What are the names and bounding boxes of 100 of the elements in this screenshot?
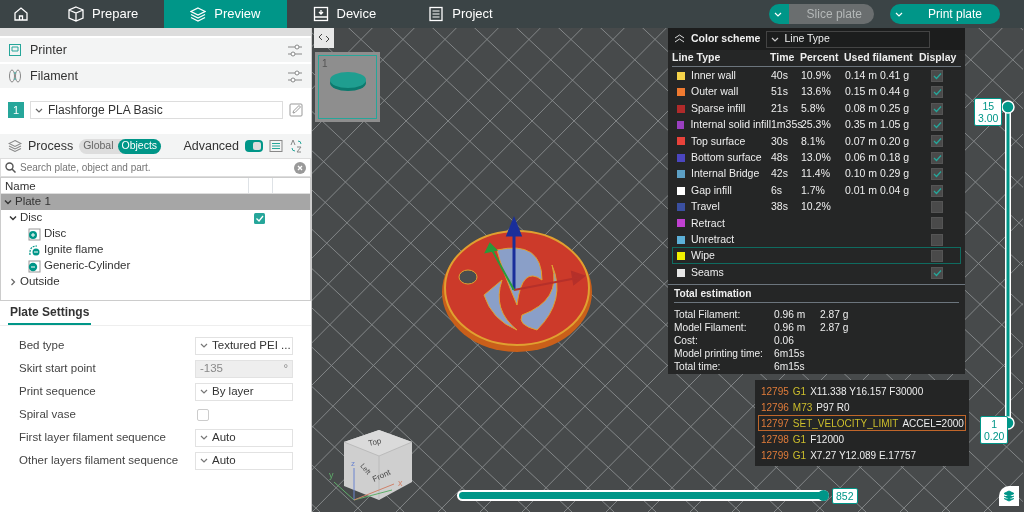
estimation-value: 2.87 g [820,308,849,321]
printer-icon [8,43,22,57]
legend-value: 0.35 m [845,117,879,133]
monitor-icon [312,6,329,22]
collapse-button[interactable] [314,28,334,48]
legend-row[interactable]: Internal Bridge 42s 11.4% 0.10 m 0.29 g [672,165,961,182]
setting-label: Skirt start point [19,361,97,376]
line-type-name: Top surface [691,133,746,149]
nav-tab[interactable]: Device [286,0,403,28]
legend-row[interactable]: Seams [672,263,961,281]
column-header: Time [770,50,796,66]
legend-value: 0.25 g [880,100,911,116]
display-checkbox[interactable] [931,250,943,263]
legend-row[interactable]: Unretract [672,230,961,248]
legend-value: 0.44 g [880,84,911,100]
plate-action-button[interactable]: Print plate [909,4,1000,24]
pencil-icon [289,103,303,117]
checkbox[interactable] [197,408,209,421]
settings-button[interactable] [287,42,303,58]
legend-value: 10.9% [801,68,832,83]
select-field[interactable]: Textured PEI ... [195,336,293,355]
display-checkbox[interactable] [931,69,943,82]
legend-row[interactable]: Inner wall 40s 10.9% 0.14 m 0.41 g [672,67,961,84]
legend-value: 13.0% [801,149,832,165]
display-checkbox[interactable] [931,135,943,148]
layers-button[interactable] [999,486,1019,506]
nav-tab[interactable]: Project [402,0,519,28]
estimation-value: 6m15s [774,360,806,373]
display-checkbox[interactable] [931,184,943,197]
layer-label: 15 3.00 [974,98,1003,126]
legend-value: 1.7% [801,182,826,198]
legend-value: 0.20 g [880,133,911,149]
advanced-switch[interactable] [245,140,263,152]
display-checkbox[interactable] [931,151,943,164]
legend-row[interactable]: Sparse infill 21s 5.8% 0.08 m 0.25 g [672,99,961,117]
document-icon [428,6,445,22]
estimation-label: Model Filament: [674,321,748,334]
select-field[interactable]: Auto [195,428,293,447]
display-checkbox[interactable] [931,119,943,132]
list-icon[interactable] [269,139,283,153]
column-header: Line Type [672,50,722,66]
display-checkbox[interactable] [931,266,943,279]
legend-row[interactable]: Bottom surface 48s 13.0% 0.06 m 0.18 g [672,148,961,166]
caret-icon [774,10,784,18]
checkbox-checked[interactable] [254,212,265,224]
home-icon [13,6,29,22]
tree-label: Outside [20,274,60,290]
section-title: Filament [30,67,79,85]
settings-tab[interactable]: Plate Settings [8,301,92,325]
legend-row[interactable]: Travel 38s 10.2% [672,198,961,215]
dropdown-button[interactable] [889,4,910,24]
advanced-label: Advanced [183,137,239,155]
legend-row[interactable]: Top surface 30s 8.1% 0.07 m 0.20 g [672,132,961,149]
legend-row[interactable]: Outer wall 51s 13.6% 0.15 m 0.44 g [672,83,961,100]
column-header: Used filament [844,50,914,66]
legend-value: 11.4% [801,166,831,182]
select-field[interactable]: Auto [195,451,293,470]
display-checkbox[interactable] [931,168,943,181]
legend-row[interactable]: Gap infill 6s 1.7% 0.01 m 0.04 g [672,181,961,199]
gcode-line: 12796 M73 P97 R0 [760,400,851,415]
legend-row[interactable]: Retract [672,214,961,231]
caret-icon [771,35,781,43]
mode-toggle[interactable]: Objects [117,138,162,154]
text-part-icon [28,243,41,257]
slider-thumb[interactable] [818,490,829,501]
nav-tab[interactable]: Preview [164,0,287,28]
legend-value: 0.08 m [845,100,879,116]
display-checkbox[interactable] [931,86,943,99]
legend-value: 0.15 m [845,84,879,100]
line-type-name: Internal Bridge [691,166,760,182]
nav-tab[interactable]: Prepare [42,0,165,28]
settings-button[interactable] [287,68,303,84]
clear-button[interactable] [294,161,306,174]
filament-select[interactable]: Flashforge PLA Basic [30,101,283,119]
section-title: Printer [30,41,68,59]
tree-label: Ignite flame [44,242,104,258]
layers-icon [1003,490,1015,502]
column-header: Percent [800,50,840,66]
display-checkbox[interactable] [931,217,943,230]
close-icon [294,161,306,174]
select-field[interactable]: By layer [195,382,293,401]
line-type-name: Bottom surface [691,149,762,165]
search-box[interactable]: Search plate, object and part. [0,158,311,177]
swap-icon[interactable] [289,139,303,153]
mode-toggle[interactable]: Global [79,138,118,154]
line-type-name: Retract [691,215,725,231]
subtract-part-icon [28,259,41,273]
caret-icon [200,342,209,349]
layer-slider-track[interactable] [1001,100,1015,430]
display-checkbox[interactable] [931,201,943,213]
scheme-select[interactable]: Line Type [766,30,931,48]
dropdown-button[interactable] [768,4,789,24]
legend-value: 13.6% [801,84,832,100]
display-checkbox[interactable] [931,233,943,246]
legend-row[interactable]: Internal solid infill1m35s25.3% 0.35 m 1.05 g [672,116,961,133]
legend-row[interactable]: Wipe [672,247,961,264]
display-checkbox[interactable] [931,102,943,115]
line-type-name: Internal solid infill [690,117,771,133]
caret-icon [200,388,209,395]
collapse-icon[interactable] [674,34,685,44]
